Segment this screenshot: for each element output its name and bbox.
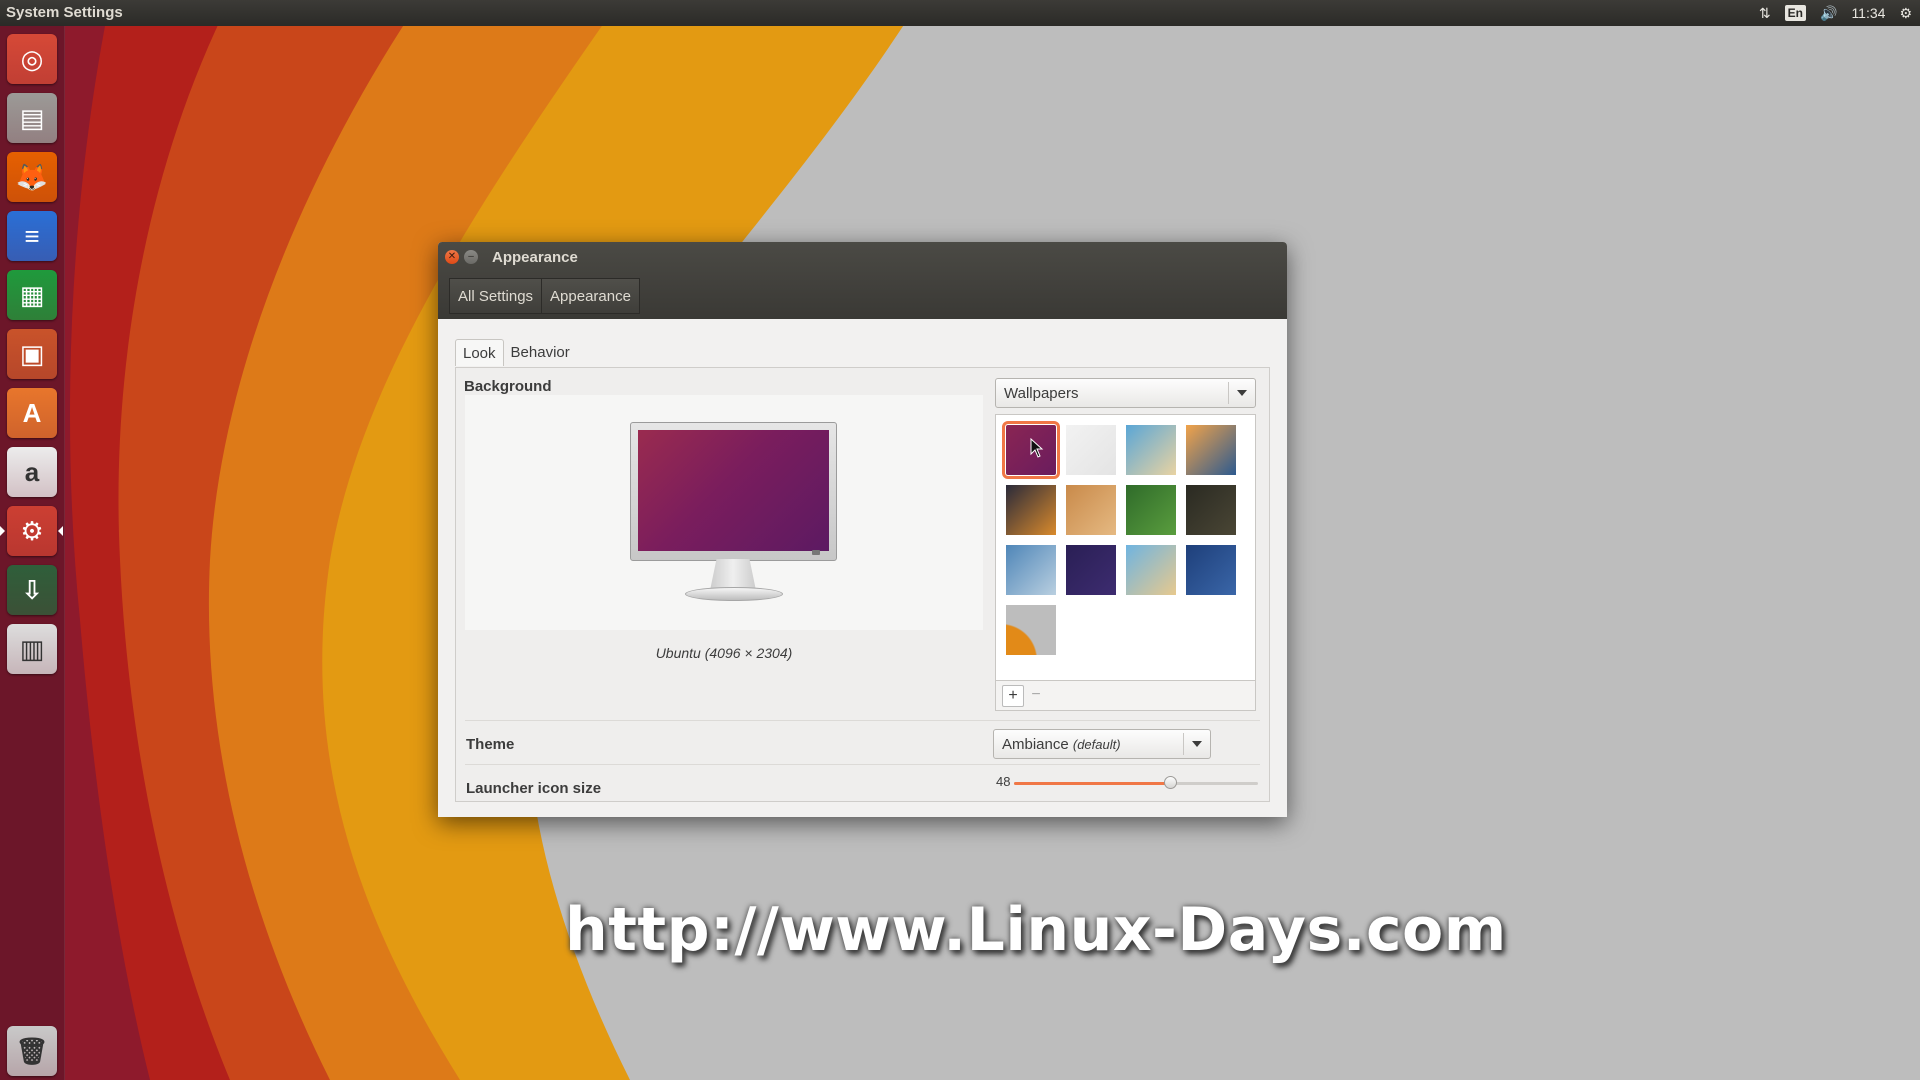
- indicator-area: ⇅ En 🔊 11:34 ⚙: [1759, 3, 1912, 23]
- monitor-bezel: [630, 422, 837, 561]
- impress-icon[interactable]: ▣: [7, 329, 57, 379]
- slider-handle[interactable]: [1164, 776, 1178, 789]
- firefox-icon-glyph: 🦊: [15, 161, 49, 192]
- tab-look[interactable]: Look: [455, 339, 504, 366]
- software-center-icon[interactable]: A: [7, 388, 57, 438]
- remove-wallpaper-button[interactable]: −: [1026, 685, 1046, 705]
- launcher-icon-size-slider[interactable]: [1014, 776, 1258, 789]
- top-panel: System Settings ⇅ En 🔊 11:34 ⚙: [0, 0, 1920, 26]
- files-icon[interactable]: ▤: [7, 93, 57, 143]
- background-label: Background: [464, 378, 552, 395]
- wallpaper-thumbnail-ubuntu-orange[interactable]: [1006, 605, 1056, 655]
- wallpaper-caption: Ubuntu (4096 × 2304): [655, 645, 793, 661]
- monitor-preview-icon: [630, 422, 837, 607]
- appearance-content: Look Behavior Background Ubuntu (4096 × …: [455, 339, 1270, 802]
- chevron-down-icon: [1184, 741, 1210, 747]
- writer-icon-glyph: ≡: [24, 220, 40, 251]
- window-title: Appearance: [492, 249, 578, 266]
- chevron-down-icon: [1229, 390, 1255, 396]
- wallpaper-thumbnail-dark-plant[interactable]: [1186, 485, 1236, 535]
- wallpaper-thumbnail-grass[interactable]: [1066, 485, 1116, 535]
- app-title: System Settings: [6, 4, 123, 21]
- wallpaper-thumbnail-tower[interactable]: [1126, 545, 1176, 595]
- focused-app-indicator: [58, 526, 63, 536]
- launcher: ◎ ▤ 🦊 ≡ ▦ ▣ Aa ⚙ ⇩ ▥ 🗑: [0, 26, 65, 1080]
- volume-icon[interactable]: 🔊: [1820, 3, 1837, 23]
- appearance-window: ✕ – Appearance All Settings Appearance L…: [438, 242, 1287, 817]
- close-window-button[interactable]: ✕: [445, 250, 459, 264]
- mouse-cursor-icon: [1030, 438, 1044, 458]
- tab-bar: Look Behavior: [455, 339, 577, 366]
- calc-icon[interactable]: ▦: [7, 270, 57, 320]
- minimize-window-button[interactable]: –: [464, 250, 478, 264]
- software-center-icon-glyph: A: [22, 397, 42, 428]
- trash-icon-glyph: 🗑: [15, 1035, 49, 1066]
- tab-behavior[interactable]: Behavior: [504, 339, 577, 365]
- writer-icon[interactable]: ≡: [7, 211, 57, 261]
- wallpaper-thumbnail-leaves[interactable]: [1126, 485, 1176, 535]
- wallpaper-thumbnail-flower[interactable]: [1006, 485, 1056, 535]
- monitor-base: [685, 587, 783, 601]
- wallpaper-thumbnail-sunset-water[interactable]: [1186, 425, 1236, 475]
- wallpaper-thumbnail-light-gray[interactable]: [1066, 425, 1116, 475]
- theme-value: Ambiance (default): [1002, 735, 1121, 753]
- network-icon[interactable]: ⇅: [1759, 3, 1771, 23]
- monitor-screen: [638, 430, 829, 551]
- firefox-icon[interactable]: 🦊: [7, 152, 57, 202]
- launcher-icon-size-label: Launcher icon size: [466, 780, 602, 797]
- ubuntu-dash-icon[interactable]: ◎: [7, 34, 57, 84]
- ubuntu-dash-icon-glyph: ◎: [20, 43, 44, 74]
- clock[interactable]: 11:34: [1851, 3, 1885, 23]
- slider-fill: [1014, 782, 1171, 785]
- launcher-icon-size-value: 48: [996, 774, 1011, 789]
- wallpaper-thumbnail-building-sky[interactable]: [1126, 425, 1176, 475]
- trash-icon[interactable]: 🗑: [7, 1026, 57, 1076]
- look-panel: Background Ubuntu (4096 × 2304) Wallpape…: [455, 367, 1270, 802]
- wallpaper-thumbnail-dark-blue[interactable]: [1066, 545, 1116, 595]
- amazon-icon-glyph: a: [24, 456, 40, 487]
- impress-icon-glyph: ▣: [19, 338, 45, 369]
- installer-icon[interactable]: ⇩: [7, 565, 57, 615]
- add-wallpaper-button[interactable]: +: [1002, 685, 1024, 707]
- keyboard-language-indicator[interactable]: En: [1784, 5, 1806, 21]
- wallpaper-source-dropdown[interactable]: Wallpapers: [995, 378, 1256, 408]
- theme-label: Theme: [466, 736, 515, 753]
- watermark-text: http://www.Linux-Days.com: [565, 895, 1507, 965]
- floppy-icon[interactable]: ▥: [7, 624, 57, 674]
- session-gear-icon[interactable]: ⚙: [1899, 3, 1912, 23]
- system-settings-icon[interactable]: ⚙: [7, 506, 57, 556]
- amazon-icon[interactable]: a: [7, 447, 57, 497]
- files-icon-glyph: ▤: [19, 102, 45, 133]
- divider: [465, 720, 1260, 721]
- wallpaper-thumbnail-palms[interactable]: [1006, 545, 1056, 595]
- wallpaper-thumbnail-blue-water[interactable]: [1186, 545, 1236, 595]
- active-app-indicator: [0, 526, 5, 536]
- breadcrumb-appearance[interactable]: Appearance: [542, 278, 640, 314]
- wallpaper-source-value: Wallpapers: [1004, 384, 1079, 402]
- wallpaper-preview: [465, 395, 983, 630]
- calc-icon-glyph: ▦: [19, 279, 45, 310]
- installer-icon-glyph: ⇩: [21, 574, 43, 605]
- system-settings-icon-glyph: ⚙: [20, 515, 44, 546]
- floppy-icon-glyph: ▥: [19, 633, 45, 664]
- divider: [465, 764, 1260, 765]
- monitor-led: [812, 550, 820, 555]
- breadcrumb-all-settings[interactable]: All Settings: [449, 278, 543, 314]
- window-titlebar[interactable]: ✕ – Appearance All Settings Appearance: [438, 242, 1287, 319]
- wallpaper-grid-toolbar: + −: [995, 681, 1256, 711]
- theme-dropdown[interactable]: Ambiance (default): [993, 729, 1211, 759]
- breadcrumb: All Settings Appearance: [449, 278, 640, 314]
